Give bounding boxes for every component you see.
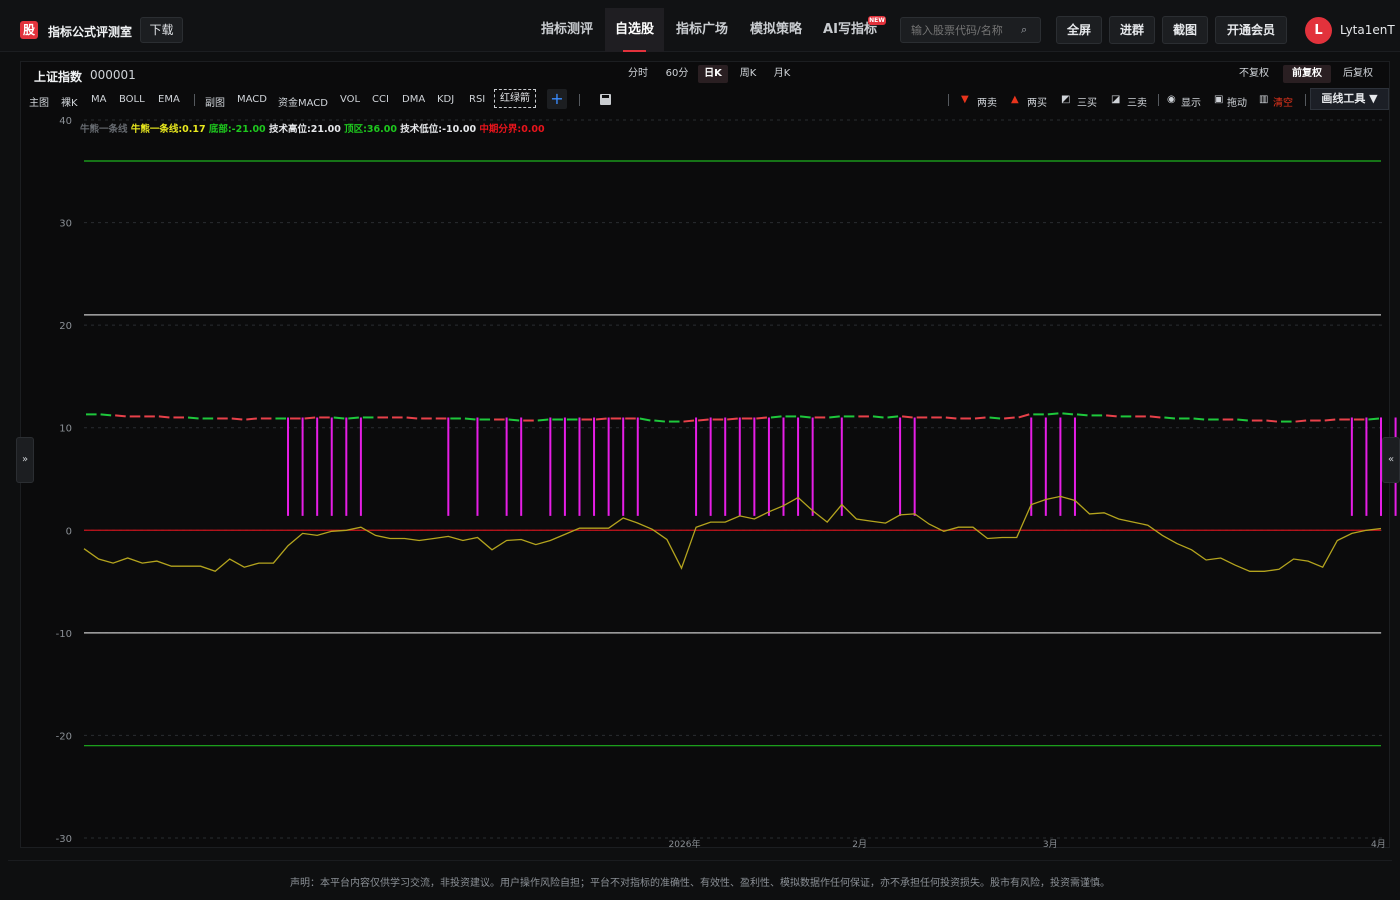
x-tick-label: 2026年 xyxy=(669,838,701,850)
dashed-segment xyxy=(1237,418,1248,422)
dashed-segment xyxy=(158,415,170,419)
dashed-segment xyxy=(464,417,476,421)
dashed-segment xyxy=(595,417,607,421)
legend-item: 牛熊一条线 xyxy=(80,123,128,135)
expand-left-button[interactable]: » xyxy=(16,437,34,483)
y-tick-label: 10 xyxy=(59,424,72,435)
dashed-segment xyxy=(974,416,986,420)
legend: 牛熊一条线 牛熊一条线:0.17 底部:-21.00 技术高位:21.00 顶区… xyxy=(80,123,545,135)
dashed-segment xyxy=(1047,412,1059,416)
dashed-segment xyxy=(829,415,840,419)
x-tick-label: 4月 xyxy=(1371,839,1386,850)
dashed-segment xyxy=(187,416,199,420)
dashed-segment xyxy=(1106,414,1117,418)
dashed-segment xyxy=(1295,419,1307,423)
legend-item: 技术高位:21.00 xyxy=(266,123,342,135)
divider xyxy=(8,860,1392,861)
indicator-chart[interactable]: 40 30 20 10 0 -10 -20 -30 2026年 2月 3月 4月 牛熊一条线 牛熊一条线… xyxy=(0,0,1400,900)
dashed-segment xyxy=(246,417,257,421)
dashed-segment xyxy=(1062,412,1074,416)
disclaimer-text: 声明：本平台内容仅供学习交流，非投资建议。用户操作风险自担；平台不对指标的准确性… xyxy=(290,878,1110,889)
dashed-segment xyxy=(304,416,316,420)
dashed-segment xyxy=(1018,413,1030,419)
dashed-segment xyxy=(537,418,549,422)
dashed-segment xyxy=(901,415,913,419)
y-tick-label: 40 xyxy=(59,116,72,127)
dashed-segment xyxy=(1004,416,1015,420)
dashed-segment xyxy=(1149,415,1161,419)
y-tick-label: -10 xyxy=(56,629,72,640)
dashed-segment xyxy=(770,415,782,419)
dashed-segment xyxy=(683,419,695,423)
dashed-segment xyxy=(989,416,1001,420)
dashed-segment xyxy=(1193,417,1205,421)
dashed-segment xyxy=(406,416,418,420)
dashed-segment xyxy=(1164,416,1176,420)
legend-item: 底部:-21.00 xyxy=(206,123,266,135)
dashed-segment xyxy=(654,419,666,423)
dashed-segment xyxy=(872,415,884,419)
x-tick-label: 2月 xyxy=(852,839,867,850)
y-tick-label: 20 xyxy=(59,321,72,332)
legend-item: 顶区:36.00 xyxy=(341,124,398,135)
dashed-segment xyxy=(348,416,359,420)
dashed-segment xyxy=(756,416,768,420)
bull-bear-line xyxy=(83,495,1382,573)
legend-item: 技术低位:-10.00 xyxy=(397,123,476,135)
dashed-segment xyxy=(697,418,709,422)
dashed-segment xyxy=(1368,417,1380,421)
expand-right-button[interactable]: « xyxy=(1382,437,1400,483)
dashed-segment xyxy=(231,417,243,421)
y-tick-label: -30 xyxy=(56,834,72,845)
dashed-segment xyxy=(639,417,651,422)
legend-item: 中期分界:0.00 xyxy=(476,123,545,135)
dashed-segment xyxy=(333,416,345,420)
dashed-segment xyxy=(799,415,811,419)
legend-item: 牛熊一条线:0.17 xyxy=(128,123,206,135)
dashed-segment xyxy=(115,414,126,418)
dashed-segment xyxy=(1266,419,1278,423)
y-tick-label: -20 xyxy=(56,731,72,742)
y-tick-label: 0 xyxy=(66,526,72,537)
dashed-segment xyxy=(1076,413,1088,417)
x-tick-label: 3月 xyxy=(1043,839,1058,850)
y-tick-label: 30 xyxy=(59,219,72,230)
dashed-segment xyxy=(727,417,738,421)
dashed-segment xyxy=(887,415,899,419)
dashed-segment xyxy=(100,413,112,417)
dashed-segment xyxy=(945,416,957,420)
dashed-segment xyxy=(1324,418,1336,422)
dashed-segment xyxy=(508,418,520,422)
